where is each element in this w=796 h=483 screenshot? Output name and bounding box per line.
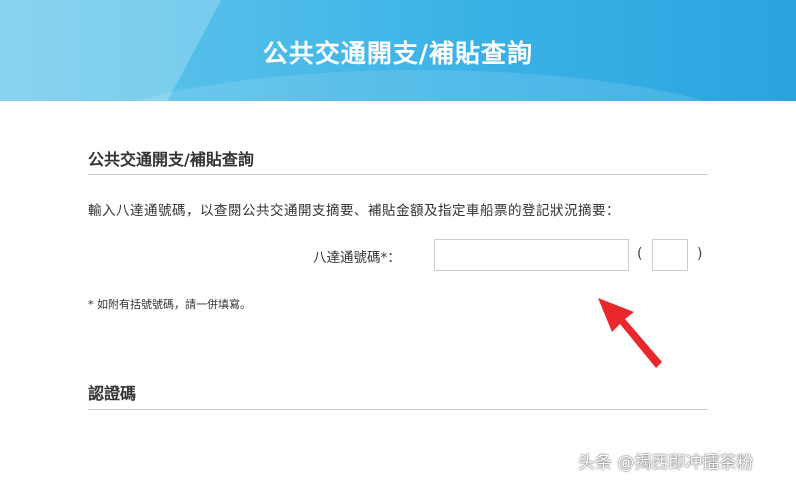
watermark: 头条 @揭西即冲擂茶粉 [578, 453, 754, 473]
red-arrow-icon [598, 298, 662, 368]
octopus-number-input[interactable] [434, 239, 629, 271]
check-digit-input[interactable] [652, 239, 688, 271]
verification-section-divider [88, 409, 708, 410]
verification-section-title: 認證碼 [88, 384, 137, 403]
paren-open: ( [637, 246, 643, 262]
octopus-number-label: 八達通號碼*： [313, 250, 401, 266]
page-header: 公共交通開支/補貼查詢 [0, 0, 796, 101]
query-section-divider [88, 174, 708, 175]
query-instruction: 輸入八達通號碼，以查閱公共交通開支摘要、補貼金額及指定車船票的登記狀況摘要： [88, 203, 620, 219]
query-section-title: 公共交通開支/補貼查詢 [88, 150, 254, 169]
paren-close: ) [697, 246, 703, 262]
header-title: 公共交通開支/補貼查詢 [262, 39, 534, 68]
bracket-number-note: * 如附有括號號碼，請一併填寫。 [88, 298, 251, 311]
